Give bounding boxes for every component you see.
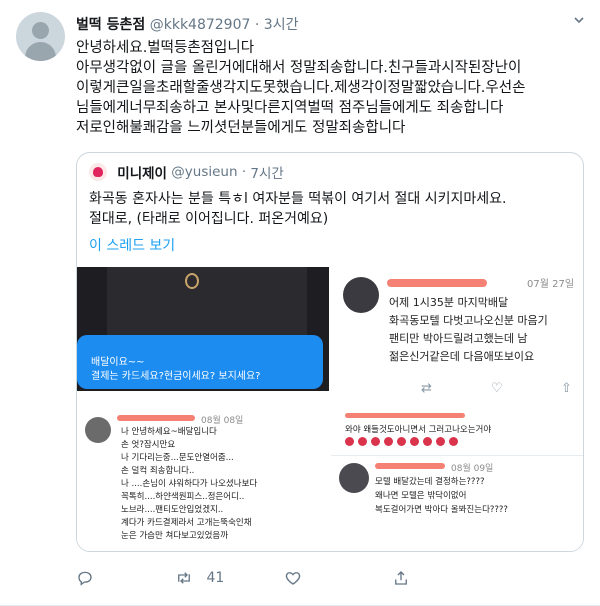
retweet-button[interactable]: 41 (174, 566, 224, 590)
redaction-mark (117, 415, 195, 421)
show-thread-link[interactable]: 이 스레드 보기 (89, 235, 175, 255)
post-date: 08월 09일 (451, 464, 494, 474)
tweet-text-line: 아무생각없이 글을 올린거에대해서 정말죄송합니다.친구들과시작된장난이 (76, 60, 522, 76)
post-text: 모텔 배달갔는데 결정하는???? (375, 477, 485, 487)
like-icon (285, 572, 301, 585)
reply-button[interactable] (76, 566, 94, 590)
tweet-text-line: 님들에게너무죄송하고 본사및다른지역벌떡 점주님들에게도 죄송합니다 (76, 100, 504, 116)
profile-photo (343, 277, 379, 313)
post-date: 07월 27일 (527, 279, 575, 290)
quoted-tweet-text: 화곡동 혼자사는 분들 특ㅎl 여자분들 떡볶이 여기서 절대 시키지마세요. … (89, 189, 579, 229)
separator-dot: · (241, 164, 247, 180)
chevron-down-icon[interactable] (572, 14, 586, 28)
share-icon (395, 571, 407, 585)
post-text: 어제 1시35분 마지막배달 (389, 296, 509, 309)
tweet-text: 안녕하세요.벌떡등촌점입니다 아무생각없이 글을 올린거에대해서 정말죄송합니다… (76, 38, 586, 138)
share-icon: ⇧ (561, 381, 572, 396)
photo-bottom-strip (77, 391, 329, 409)
chat-text: 결제는 카드세요?현금이세요? 보지세요? (91, 371, 261, 382)
quoted-text-line: 화곡동 혼자사는 분들 특ㅎl 여자분들 떡볶이 여기서 절대 시키지마세요. (89, 191, 507, 207)
image-grid: 배달이요~~ 결제는 카드세요?현금이세요? 보지세요? 07월 27일 어제 … (77, 267, 583, 551)
user-handle[interactable]: @kkk4872907 (150, 17, 251, 33)
post-text: 와야 왜들것도아니면서 그러고나오는거야 (345, 425, 492, 435)
post-text: 젊은신거같은데 다음애또보이요 (389, 350, 535, 363)
like-icon: ♡ (491, 381, 503, 396)
post-text: 계다가 카드결제라서 고개는뚝숙인채 (121, 518, 252, 528)
post-text: 화곡동모텔 다벗고나오신분 마음기 (389, 314, 548, 327)
post-text: 손 덜컥 죄송합니다.. (121, 466, 195, 476)
retweet-icon (178, 572, 190, 584)
post-text: 꼭톡히....하얀색원피스..정은어디.. (121, 492, 245, 502)
retweet-icon: ⇄ (421, 381, 432, 396)
tweet-text-line: 안녕하세요.벌떡등촌점입니다 (76, 40, 255, 56)
avatar-head-shape (32, 22, 49, 39)
profile-photo (85, 417, 111, 443)
tweet-text-line: 저로인해불쾌감을 느끼셧던분들에게도 정말죄송합니다 (76, 120, 406, 136)
tweet[interactable]: 벌떡 등촌점 @kkk4872907 · 3시간 안녕하세요.벌떡등촌점입니다 … (0, 0, 600, 606)
post-text: 나 기다리는중...문도안열어줌... (121, 453, 234, 463)
share-button[interactable] (392, 566, 410, 590)
post-text: 복도걸어가면 박아다 올봐진는다???? (375, 505, 508, 515)
quoted-user-handle: @yusieun (171, 164, 238, 180)
ring-shape (185, 273, 199, 289)
retweet-count: 41 (206, 570, 225, 586)
post-date: 08월 08일 (201, 416, 244, 426)
redaction-mark (387, 279, 487, 287)
tweet-text-line: 이렇게큰일을초래할줄생각지도못했습니다.제생각이정말짧았습니다.우선손 (76, 80, 526, 96)
avatar[interactable] (16, 12, 65, 61)
chat-bubble: 배달이요~~ 결제는 카드세요?현금이세요? 보지세요? (77, 335, 323, 389)
avatar-body-shape (25, 42, 56, 61)
quoted-display-name: 미니제이 (117, 166, 167, 182)
screenshot-image-3[interactable]: 08월 08일 나 안녕하세요~배달입니다 손 엇?잠시만요 나 기다리는중..… (77, 411, 329, 551)
like-button[interactable] (284, 566, 302, 590)
quoted-timestamp: 7시간 (250, 166, 284, 182)
display-name[interactable]: 벌떡 등촌점 (76, 17, 145, 33)
quoted-tweet-header: 미니제이 @yusieun · 7시간 (89, 162, 284, 182)
post-text: 노브라....팬티도안입었겠지.. (121, 505, 224, 515)
timestamp[interactable]: 3시간 (264, 17, 299, 33)
post-text: 나 안녕하세요~배달입니다 (121, 427, 217, 437)
chat-text: 배달이요~~ (91, 357, 145, 368)
post-text: 눈은 가슴만 쳐다보고있었음까 (121, 531, 229, 541)
quoted-text-line: 절대로, (타래로 이어집니다. 퍼온거예요) (89, 211, 329, 227)
redaction-mark (345, 413, 465, 418)
separator-dot: · (254, 17, 260, 33)
redaction-mark (375, 463, 445, 469)
post-text: 팬티만 박아드릴려고했는데 남 (389, 332, 528, 345)
quoted-avatar (89, 163, 107, 181)
screenshot-image-4[interactable]: 와야 왜들것도아니면서 그러고나오는거야 08월 09일 모텔 배달갔는데 결정 (331, 411, 583, 551)
profile-photo (339, 463, 369, 493)
post-action-bar: ⇄ ♡ ⇧ (331, 375, 583, 409)
post-text: 나 ....손님이 샤워하다가 나오셨나보다 (121, 479, 258, 489)
quoted-tweet[interactable]: 미니제이 @yusieun · 7시간 화곡동 혼자사는 분들 특ㅎl 여자분들… (76, 152, 584, 552)
tweet-header: 벌떡 등촌점 @kkk4872907 · 3시간 (76, 14, 298, 34)
tweet-action-bar: 41 (76, 566, 576, 590)
divider (331, 455, 583, 456)
emoji-row (345, 437, 505, 449)
screenshot-image-1[interactable]: 배달이요~~ 결제는 카드세요?현금이세요? 보지세요? (77, 267, 329, 409)
reply-icon (78, 571, 92, 586)
post-text: 왜나면 모텔은 밖닥이없어 (375, 491, 467, 501)
post-text: 손 엇?잠시만요 (121, 440, 176, 450)
screenshot-image-2[interactable]: 07월 27일 어제 1시35분 마지막배달 화곡동모텔 다벗고나오신분 마음기… (331, 267, 583, 409)
